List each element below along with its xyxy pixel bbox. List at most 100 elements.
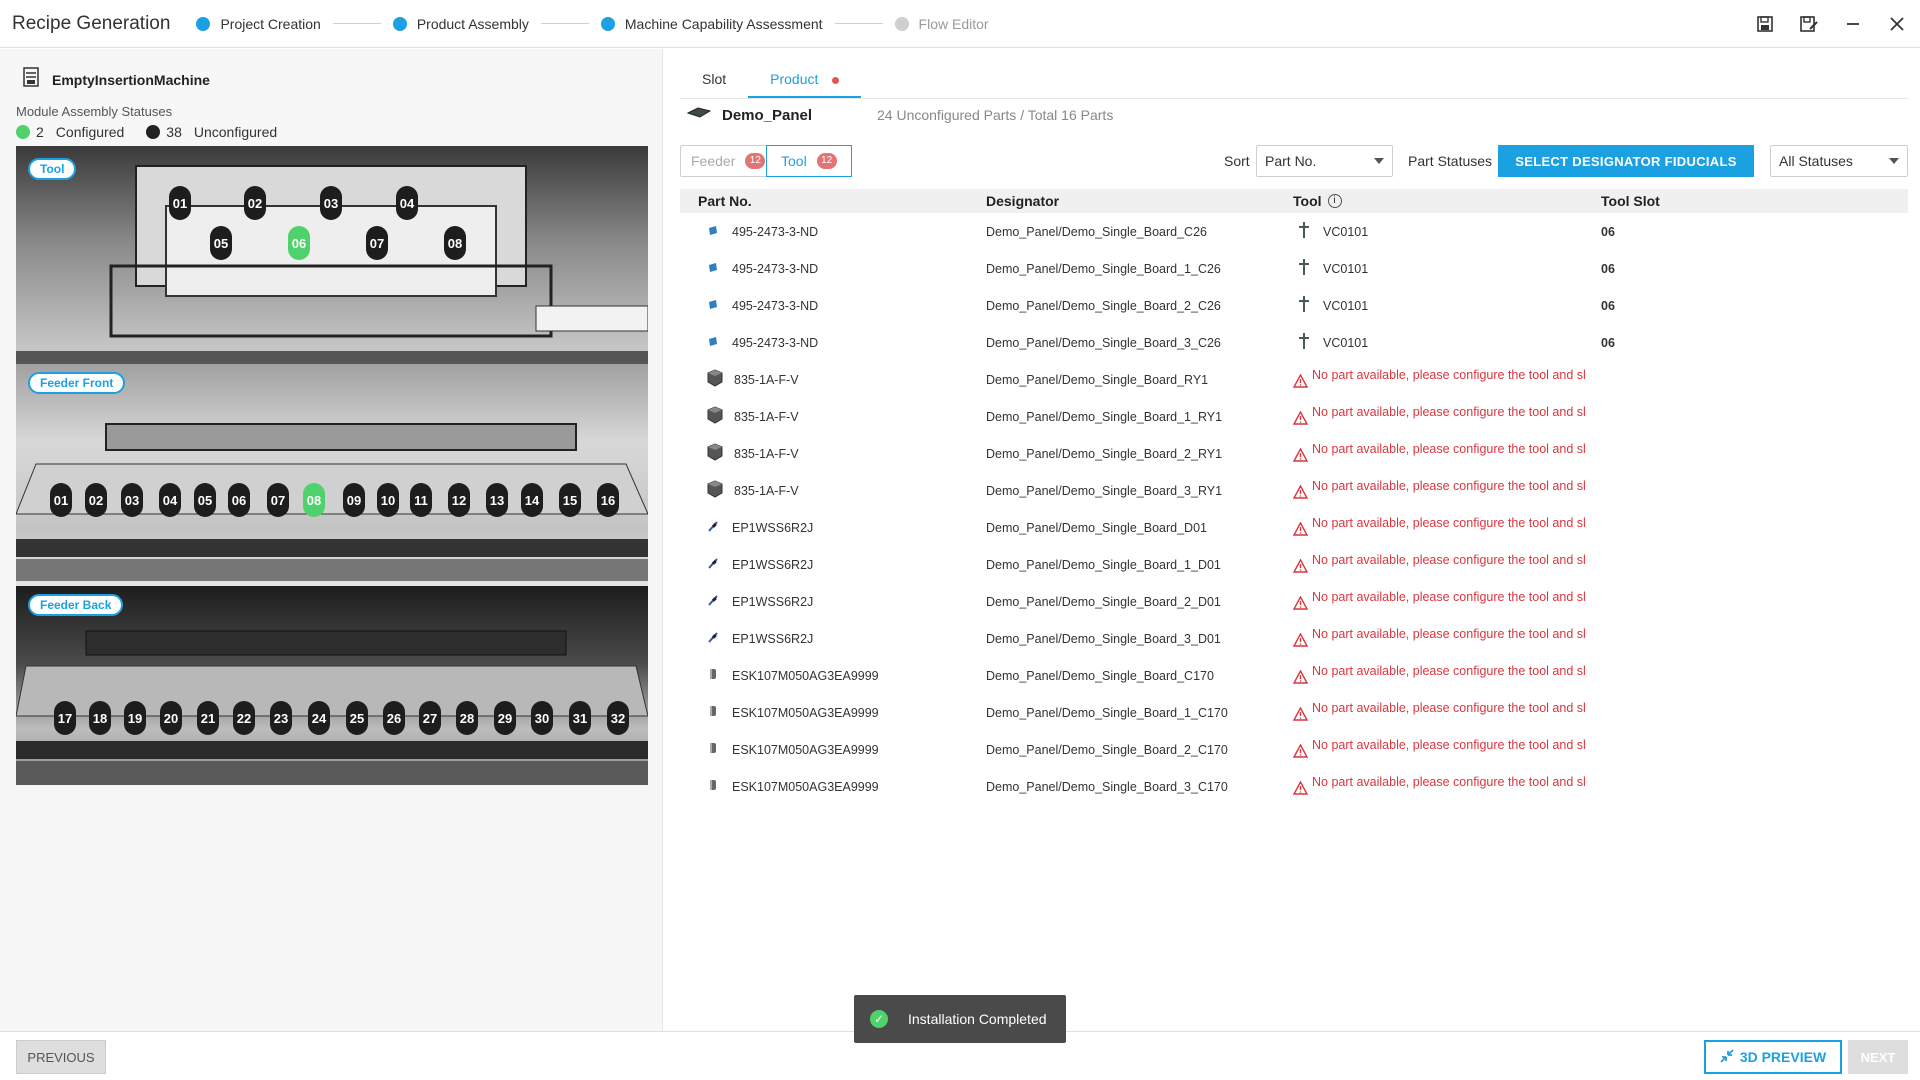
feeder-front-slot[interactable]: 03 <box>121 483 143 517</box>
part-number: EP1WSS6R2J <box>732 557 814 572</box>
feeder-front-slot[interactable]: 13 <box>486 483 508 517</box>
select-fiducials-button[interactable]: SELECT DESIGNATOR FIDUCIALS <box>1498 145 1754 177</box>
step-machine-capability[interactable]: Machine Capability Assessment <box>600 16 823 32</box>
feeder-back-slot[interactable]: 32 <box>607 701 629 735</box>
table-row[interactable]: ESK107M050AG3EA9999 Demo_Panel/Demo_Singl… <box>680 731 1908 768</box>
feeder-back-section[interactable]: Feeder Back 17 18 19 20 21 22 23 24 25 26 27 28 29 30… <box>16 586 648 806</box>
tool-toggle-button[interactable]: Tool 12 <box>766 145 852 177</box>
step-connector <box>332 23 381 24</box>
feeder-back-slot[interactable]: 29 <box>494 701 516 735</box>
feeder-front-slot[interactable]: 15 <box>559 483 581 517</box>
table-row[interactable]: 495-2473-3-ND Demo_Panel/Demo_Single_Boar… <box>680 213 1908 250</box>
table-row[interactable]: ESK107M050AG3EA9999 Demo_Panel/Demo_Singl… <box>680 657 1908 694</box>
table-row[interactable]: EP1WSS6R2J Demo_Panel/Demo_Single_Board_1… <box>680 546 1908 583</box>
table-row[interactable]: 835-1A-F-V Demo_Panel/Demo_Single_Board_1… <box>680 398 1908 435</box>
col-tool[interactable]: Tool i <box>1293 193 1601 209</box>
tool-slot[interactable]: 03 <box>320 186 342 220</box>
minimize-icon[interactable] <box>1842 13 1864 35</box>
step-product-assembly[interactable]: Product Assembly <box>392 15 529 32</box>
table-row[interactable]: 495-2473-3-ND Demo_Panel/Demo_Single_Boar… <box>680 250 1908 287</box>
feeder-front-slot[interactable]: 09 <box>343 483 365 517</box>
feeder-back-slot[interactable]: 19 <box>124 701 146 735</box>
tab-product[interactable]: Product <box>748 59 862 98</box>
save-as-icon[interactable] <box>1798 13 1820 35</box>
tool-slot-active[interactable]: 06 <box>288 226 310 260</box>
feeder-back-slot[interactable]: 28 <box>456 701 478 735</box>
machine-3d-view[interactable]: Tool 01 02 03 04 05 06 07 08 Feeder Fron… <box>16 146 648 806</box>
tool-slot[interactable]: 01 <box>169 186 191 220</box>
feeder-front-slot[interactable]: 06 <box>228 483 250 517</box>
status-filter-select[interactable]: All Statuses <box>1770 145 1908 177</box>
close-icon[interactable] <box>1886 13 1908 35</box>
feeder-back-slot[interactable]: 20 <box>160 701 182 735</box>
3d-preview-button[interactable]: 3D PREVIEW <box>1704 1040 1842 1074</box>
feeder-front-slot[interactable]: 16 <box>597 483 619 517</box>
feeder-back-slot[interactable]: 31 <box>569 701 591 735</box>
tool-slot[interactable]: 02 <box>244 186 266 220</box>
sort-select[interactable]: Part No. <box>1256 145 1393 177</box>
col-designator[interactable]: Designator <box>986 193 1293 209</box>
feeder-back-slot[interactable]: 30 <box>531 701 553 735</box>
feeder-front-slot[interactable]: 10 <box>377 483 399 517</box>
tool-slot[interactable]: 07 <box>366 226 388 260</box>
tab-slot[interactable]: Slot <box>680 59 748 98</box>
step-label: Product Assembly <box>416 15 529 32</box>
electrolytic-capacitor-icon <box>706 667 732 684</box>
feeder-back-slot[interactable]: 25 <box>346 701 368 735</box>
table-row[interactable]: EP1WSS6R2J Demo_Panel/Demo_Single_Board_D… <box>680 509 1908 546</box>
tool-cell: No part available, please configure the … <box>1293 664 1601 687</box>
table-row[interactable]: ESK107M050AG3EA9999 Demo_Panel/Demo_Singl… <box>680 768 1908 805</box>
table-row[interactable]: EP1WSS6R2J Demo_Panel/Demo_Single_Board_3… <box>680 620 1908 657</box>
tool-slot[interactable]: 08 <box>444 226 466 260</box>
feeder-toggle-button[interactable]: Feeder 12 <box>681 146 767 176</box>
feeder-front-section[interactable]: Feeder Front 01 02 03 04 05 06 07 08 09 10 11 12 13 1… <box>16 364 648 586</box>
feeder-back-tag[interactable]: Feeder Back <box>28 594 124 616</box>
feeder-back-slot[interactable]: 23 <box>270 701 292 735</box>
feeder-front-slot[interactable]: 11 <box>410 483 432 517</box>
feeder-back-slot[interactable]: 22 <box>233 701 255 735</box>
save-icon[interactable] <box>1754 13 1776 35</box>
warning-text: No part available, please configure the … <box>1312 516 1586 530</box>
tool-section[interactable]: Tool 01 02 03 04 05 06 07 08 <box>16 146 648 364</box>
tool-slot[interactable]: 04 <box>396 186 418 220</box>
part-cell: EP1WSS6R2J <box>680 519 986 536</box>
previous-button[interactable]: PREVIOUS <box>16 1040 106 1074</box>
table-row[interactable]: 495-2473-3-ND Demo_Panel/Demo_Single_Boar… <box>680 287 1908 324</box>
info-icon[interactable]: i <box>1327 194 1342 208</box>
feeder-front-slot[interactable]: 02 <box>85 483 107 517</box>
feeder-back-slot[interactable]: 26 <box>383 701 405 735</box>
step-project-creation[interactable]: Project Creation <box>196 16 321 32</box>
designator-cell: Demo_Panel/Demo_Single_Board_3_C26 <box>986 335 1221 350</box>
table-row[interactable]: 835-1A-F-V Demo_Panel/Demo_Single_Board_2… <box>680 435 1908 472</box>
col-tool-slot[interactable]: Tool Slot <box>1601 193 1801 209</box>
feeder-front-slot[interactable]: 12 <box>448 483 470 517</box>
part-cell: 495-2473-3-ND <box>680 223 986 240</box>
tool-section-tag[interactable]: Tool <box>28 158 77 180</box>
table-row[interactable]: 835-1A-F-V Demo_Panel/Demo_Single_Board_3… <box>680 472 1908 509</box>
designator-cell: Demo_Panel/Demo_Single_Board_2_C26 <box>986 298 1221 313</box>
feeder-back-slot[interactable]: 21 <box>197 701 219 735</box>
feeder-back-slot[interactable]: 17 <box>54 701 76 735</box>
step-flow-editor[interactable]: Flow Editor <box>894 16 989 32</box>
feeder-back-slot[interactable]: 24 <box>308 701 330 735</box>
part-number: EP1WSS6R2J <box>732 520 814 535</box>
feeder-front-slot[interactable]: 05 <box>194 483 216 517</box>
table-row[interactable]: 835-1A-F-V Demo_Panel/Demo_Single_Board_R… <box>680 361 1908 398</box>
feeder-back-slot[interactable]: 27 <box>419 701 441 735</box>
table-row[interactable]: EP1WSS6R2J Demo_Panel/Demo_Single_Board_2… <box>680 583 1908 620</box>
feeder-front-tag[interactable]: Feeder Front <box>28 372 126 394</box>
feeder-front-slot-active[interactable]: 08 <box>303 483 325 517</box>
feeder-front-slot[interactable]: 04 <box>159 483 181 517</box>
feeder-front-slot[interactable]: 14 <box>521 483 543 517</box>
feeder-back-slot[interactable]: 18 <box>89 701 111 735</box>
next-button[interactable]: NEXT <box>1848 1040 1908 1074</box>
col-part-no[interactable]: Part No. <box>680 193 986 209</box>
tool-count-badge: 12 <box>816 153 837 169</box>
table-row[interactable]: ESK107M050AG3EA9999 Demo_Panel/Demo_Singl… <box>680 694 1908 731</box>
nozzle-tool-icon <box>1297 296 1311 315</box>
tool-slot[interactable]: 05 <box>210 226 232 260</box>
feeder-front-slot[interactable]: 01 <box>50 483 72 517</box>
warning-message: No part available, please configure the … <box>1293 516 1593 539</box>
feeder-front-slot[interactable]: 07 <box>267 483 289 517</box>
table-row[interactable]: 495-2473-3-ND Demo_Panel/Demo_Single_Boar… <box>680 324 1908 361</box>
